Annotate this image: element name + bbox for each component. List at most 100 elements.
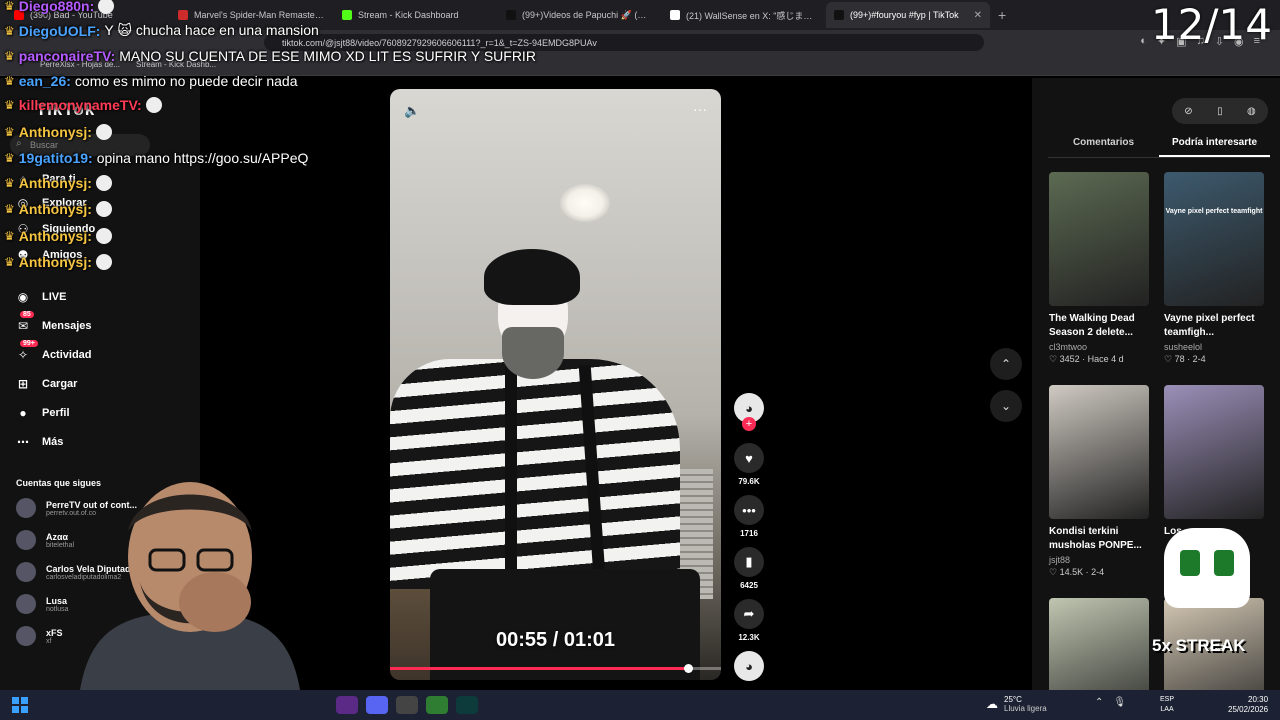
- clock-date: 25/02/2026: [1228, 705, 1269, 714]
- follow-plus-icon[interactable]: +: [742, 417, 756, 431]
- more-options-icon[interactable]: ···: [693, 101, 707, 117]
- next-video-button[interactable]: ⌄: [990, 390, 1022, 422]
- card-title: The Walking Dead Season 2 delete...: [1049, 313, 1135, 338]
- more-icon: ⋯: [17, 435, 29, 449]
- chat-username[interactable]: Anthonysj:: [19, 254, 92, 270]
- sidebar-item-cargar[interactable]: ⊞ Cargar: [14, 375, 78, 393]
- progress-bar[interactable]: [390, 664, 721, 673]
- streak-text: 5x STREAK: [1152, 636, 1246, 655]
- chat-username[interactable]: Anthonysj:: [19, 124, 92, 140]
- chat-username[interactable]: 19gatito19:: [19, 150, 93, 166]
- chevron-down-icon: ⌄: [1000, 399, 1012, 413]
- chat-username[interactable]: ean_26:: [19, 73, 71, 89]
- streamer-webcam: [80, 482, 300, 690]
- chat-message: ♛ Diego880n:: [4, 0, 115, 14]
- language-indicator[interactable]: ESP LAA: [1160, 695, 1174, 715]
- chat-username[interactable]: panconaireTV:: [19, 48, 115, 64]
- progress-fill: [390, 667, 688, 670]
- chevron-up-icon: ⌃: [1000, 357, 1012, 371]
- tab-comentarios[interactable]: Comentarios: [1048, 134, 1159, 157]
- progress-handle[interactable]: [683, 664, 693, 673]
- extension-icon[interactable]: ◐: [1140, 35, 1147, 48]
- share-icon: ➦: [734, 599, 764, 629]
- video-thumbnail[interactable]: [1164, 385, 1264, 519]
- video-thumbnail[interactable]: [1049, 172, 1149, 306]
- avatar: [16, 498, 36, 518]
- video-card[interactable]: The Walking Dead Season 2 delete... cl3mt…: [1049, 172, 1149, 365]
- system-tray: ⌃ 🎙: [1095, 697, 1126, 708]
- weather-temp: 25°C: [1004, 695, 1022, 704]
- windows-start-icon[interactable]: [12, 697, 28, 713]
- upload-icon: ⊞: [17, 377, 29, 391]
- previous-video-button[interactable]: ⌃: [990, 348, 1022, 380]
- sound-button[interactable]: ◕: [730, 651, 768, 681]
- chat-message: ♛ Anthonysj:: [4, 124, 112, 140]
- tab-podria-interesarte[interactable]: Podría interesarte: [1159, 134, 1270, 157]
- chat-username[interactable]: DiegoUOLF:: [19, 23, 101, 39]
- sidebar-item-actividad[interactable]: ✧ 99+ Actividad: [14, 340, 92, 364]
- heart-icon: ♡: [1049, 567, 1060, 577]
- video-thumbnail[interactable]: Vayne pixel perfect teamfight: [1164, 172, 1264, 306]
- clock[interactable]: 20:30 25/02/2026: [1228, 695, 1268, 715]
- coin-icon[interactable]: ⊘: [1184, 106, 1192, 117]
- like-button[interactable]: ♥ 79.6K: [730, 443, 768, 486]
- weather-widget[interactable]: ☁ 25°C Lluvia ligera: [986, 695, 1047, 713]
- chat-message: ♛ Anthonysj:: [4, 201, 112, 217]
- creator-avatar-button[interactable]: ◕ +: [730, 393, 768, 431]
- chat-username[interactable]: Anthonysj:: [19, 228, 92, 244]
- lang-layout: LAA: [1160, 706, 1174, 713]
- video-card[interactable]: Kondisi terkini musholas PONPE... jsjt88 ♡…: [1049, 385, 1149, 578]
- sidebar-item-live[interactable]: ◉ LIVE: [14, 288, 67, 306]
- new-tab-icon[interactable]: +: [998, 7, 1006, 23]
- sidebar-item-perfil[interactable]: ● Perfil: [14, 404, 69, 422]
- stream-chat: ♛ Diego880n: ♛ DiegoUOLF: Y 🙀 chucha hace en…: [0, 0, 600, 280]
- comment-count: 1716: [740, 529, 758, 538]
- chat-message: ♛ Anthonysj:: [4, 228, 112, 244]
- card-likes: 3452: [1059, 354, 1080, 364]
- obs-icon[interactable]: [456, 696, 478, 714]
- taskbar: ☁ 25°C Lluvia ligera ⌃ 🎙 ESP LAA 20:30 2…: [0, 690, 1280, 720]
- browser-tab[interactable]: (21) WallSense en X: "感じます 😊 htt: [662, 2, 826, 28]
- save-button[interactable]: ▮ 6425: [730, 547, 768, 590]
- badge-icon: ♛: [4, 229, 15, 243]
- badge-icon: ♛: [4, 151, 15, 165]
- chat-username[interactable]: Anthonysj:: [19, 201, 92, 217]
- emote-icon: [98, 0, 115, 14]
- app-icon[interactable]: [396, 696, 418, 714]
- chevron-up-icon[interactable]: ⌃: [1095, 697, 1103, 708]
- badge-icon: ♛: [4, 74, 15, 88]
- comment-button[interactable]: ••• 1716: [730, 495, 768, 538]
- browser-tab[interactable]: (99+)#fouryou #fyp | TikTok ✕: [826, 2, 990, 28]
- beard: [502, 327, 564, 379]
- close-icon[interactable]: ✕: [974, 10, 982, 21]
- chat-message: ♛ killemonynameTV:: [4, 97, 162, 113]
- card-stats: ♡ 78 · 2-4: [1164, 354, 1206, 364]
- emote-icon: [95, 228, 112, 244]
- sidebar-item-label: Actividad: [42, 349, 92, 361]
- app-icon[interactable]: [426, 696, 448, 714]
- badge-icon: ♛: [4, 202, 15, 216]
- app-icon[interactable]: [336, 696, 358, 714]
- chat-username[interactable]: Anthonysj:: [19, 175, 92, 191]
- sidebar-item-más[interactable]: ⋯ Más: [14, 433, 63, 451]
- sidebar-item-mensajes[interactable]: ✉ 85 Mensajes: [14, 311, 92, 335]
- chat-username[interactable]: Diego880n:: [19, 0, 94, 14]
- user-avatar[interactable]: ◍: [1247, 106, 1256, 117]
- discord-icon[interactable]: [366, 696, 388, 714]
- streamer-hand: [179, 572, 251, 632]
- chat-username[interactable]: killemonynameTV:: [19, 97, 142, 113]
- share-count: 12.3K: [738, 633, 760, 642]
- tab-favicon-icon: [834, 10, 844, 20]
- video-card[interactable]: Vayne pixel perfect teamfight Vayne pixel…: [1164, 172, 1264, 365]
- share-button[interactable]: ➦ 12.3K: [730, 599, 768, 642]
- mic-icon[interactable]: 🎙: [1113, 697, 1126, 708]
- video-thumbnail[interactable]: [1049, 385, 1149, 519]
- comment-icon: •••: [734, 495, 764, 525]
- chat-message: ♛ Anthonysj:: [4, 254, 112, 270]
- heart-icon: ♡: [1049, 354, 1060, 364]
- notification-badge: 99+: [20, 340, 38, 347]
- save-count: 6425: [740, 581, 758, 590]
- phone-icon[interactable]: ▯: [1217, 106, 1223, 117]
- top-pill: ⊘ ▯ ◍: [1172, 98, 1268, 124]
- card-stats: ♡ 14.5K · 2-4: [1049, 567, 1105, 577]
